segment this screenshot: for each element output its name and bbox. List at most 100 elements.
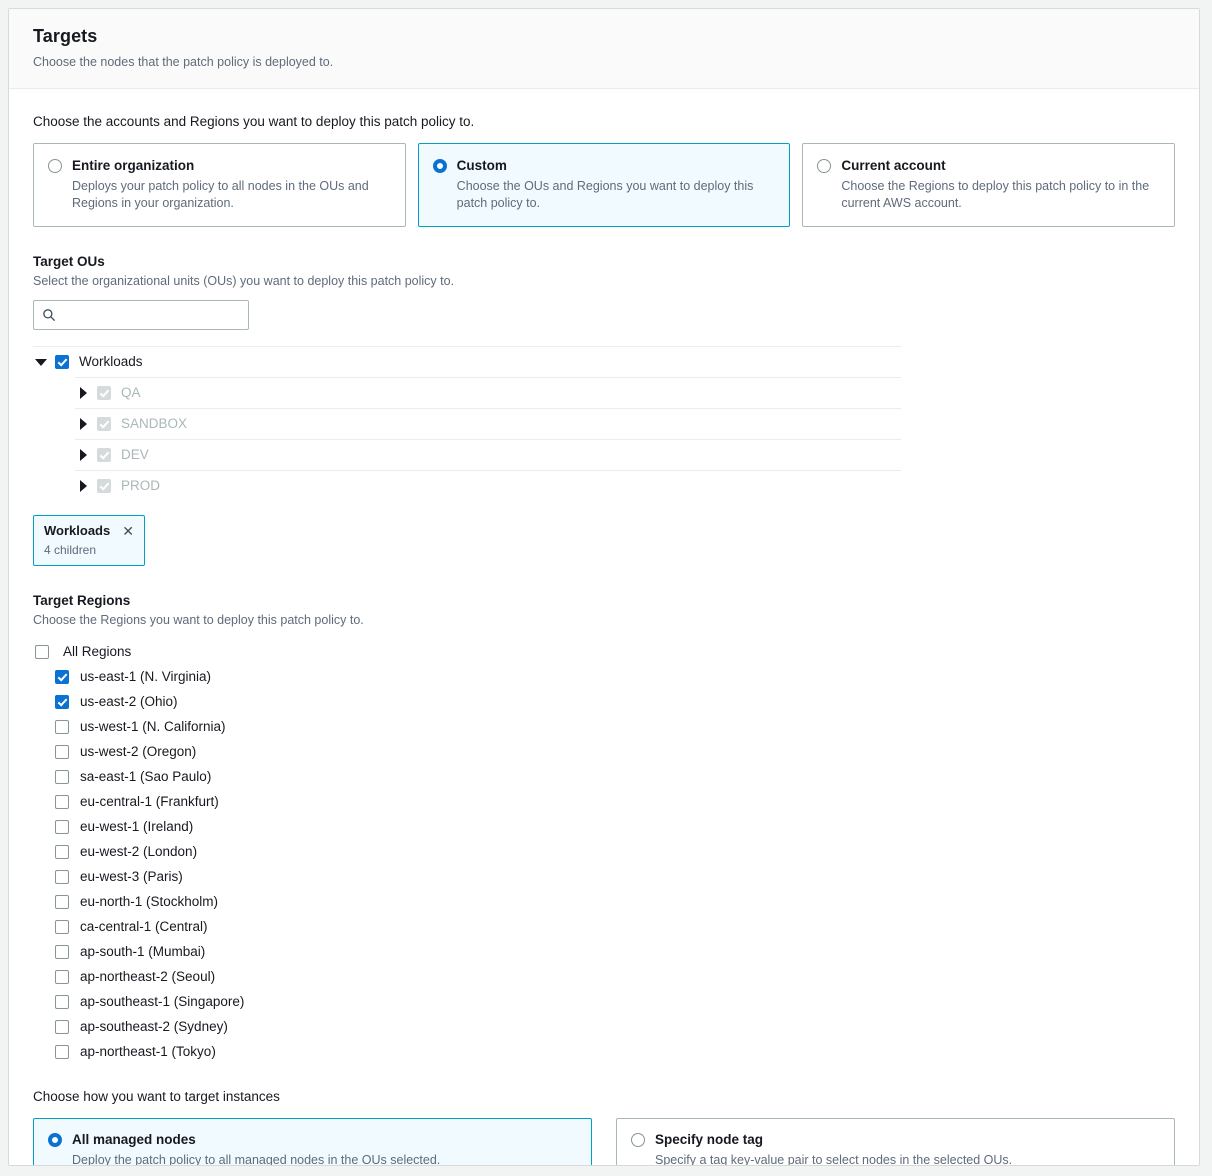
ou-checkbox-dev bbox=[97, 448, 111, 462]
target-ous-label: Target OUs bbox=[33, 254, 105, 269]
region-checkbox-sa-east-1[interactable] bbox=[55, 769, 69, 784]
region-checkbox-ap-southeast-1[interactable] bbox=[55, 994, 69, 1009]
region-row-us-east-2[interactable]: us-east-2 (Ohio) bbox=[55, 689, 1175, 714]
region-label-ap-northeast-1: ap-northeast-1 (Tokyo) bbox=[80, 1043, 216, 1059]
region-label-sa-east-1: sa-east-1 (Sao Paulo) bbox=[80, 768, 212, 784]
region-row-ap-south-1[interactable]: ap-south-1 (Mumbai) bbox=[55, 939, 1175, 964]
page-title: Targets bbox=[33, 26, 98, 46]
region-label-eu-west-2: eu-west-2 (London) bbox=[80, 843, 198, 859]
region-row-eu-west-3[interactable]: eu-west-3 (Paris) bbox=[55, 864, 1175, 889]
radio-desc-all-managed-nodes: Deploy the patch policy to all managed n… bbox=[72, 1153, 441, 1166]
region-row-ap-southeast-1[interactable]: ap-southeast-1 (Singapore) bbox=[55, 989, 1175, 1014]
region-checkbox-eu-north-1[interactable] bbox=[55, 894, 69, 909]
region-row-eu-central-1[interactable]: eu-central-1 (Frankfurt) bbox=[55, 789, 1175, 814]
region-row-ap-northeast-2[interactable]: ap-northeast-2 (Seoul) bbox=[55, 964, 1175, 989]
panel-header: Targets Choose the nodes that the patch … bbox=[9, 9, 1199, 89]
close-icon[interactable]: ✕ bbox=[122, 524, 134, 538]
ou-name-sandbox: SANDBOX bbox=[121, 416, 188, 431]
region-checkbox-eu-west-2[interactable] bbox=[55, 844, 69, 859]
region-checkbox-ca-central-1[interactable] bbox=[55, 919, 69, 934]
radio-label-custom: Custom bbox=[456, 158, 507, 173]
target-regions-description: Choose the Regions you want to deploy th… bbox=[33, 613, 364, 627]
ou-tree-row-prod[interactable]: PROD bbox=[75, 470, 901, 501]
target-regions-section: Target Regions Choose the Regions you wa… bbox=[33, 592, 1175, 1064]
chevron-right-icon[interactable] bbox=[75, 480, 91, 492]
target-ous-description: Select the organizational units (OUs) yo… bbox=[33, 274, 455, 288]
chevron-down-icon[interactable] bbox=[33, 358, 49, 366]
radio-card-specify-node-tag[interactable]: Specify node tag Specify a tag key-value… bbox=[616, 1118, 1175, 1166]
radio-card-current-account[interactable]: Current account Choose the Regions to de… bbox=[802, 143, 1176, 227]
radio-card-head: Current account bbox=[817, 156, 1160, 175]
radio-card-head: Entire organization bbox=[48, 156, 391, 175]
search-icon bbox=[43, 309, 55, 321]
targets-panel: Targets Choose the nodes that the patch … bbox=[8, 8, 1200, 1166]
ou-name-workloads: Workloads bbox=[79, 354, 143, 369]
region-label-all-regions: All Regions bbox=[63, 643, 132, 659]
radio-icon-custom[interactable] bbox=[432, 159, 447, 173]
radio-label-all-managed-nodes: All managed nodes bbox=[72, 1132, 196, 1147]
region-row-sa-east-1[interactable]: sa-east-1 (Sao Paulo) bbox=[55, 764, 1175, 789]
region-checkbox-ap-northeast-2[interactable] bbox=[55, 969, 69, 984]
region-label-ap-northeast-2: ap-northeast-2 (Seoul) bbox=[80, 968, 216, 984]
region-row-eu-north-1[interactable]: eu-north-1 (Stockholm) bbox=[55, 889, 1175, 914]
ou-tree-row-workloads[interactable]: Workloads bbox=[33, 346, 901, 377]
radio-icon-current-account[interactable] bbox=[817, 159, 832, 173]
radio-card-head: Specify node tag bbox=[631, 1130, 1160, 1149]
region-checkbox-ap-south-1[interactable] bbox=[55, 944, 69, 959]
page-subtitle: Choose the nodes that the patch policy i… bbox=[33, 55, 334, 69]
ou-name-qa: QA bbox=[121, 385, 141, 400]
region-label-eu-west-3: eu-west-3 (Paris) bbox=[80, 868, 183, 884]
region-checkbox-eu-west-3[interactable] bbox=[55, 869, 69, 884]
radio-card-custom[interactable]: Custom Choose the OUs and Regions you wa… bbox=[417, 143, 791, 227]
deployment-scope-options: Entire organization Deploys your patch p… bbox=[33, 143, 1176, 227]
region-row-all-regions[interactable]: All Regions bbox=[35, 639, 1175, 664]
region-row-us-west-1[interactable]: us-west-1 (N. California) bbox=[55, 714, 1175, 739]
radio-icon-entire-organization[interactable] bbox=[48, 159, 62, 173]
token-sublabel: 4 children bbox=[44, 543, 97, 557]
region-row-eu-west-2[interactable]: eu-west-2 (London) bbox=[55, 839, 1175, 864]
region-checkbox-us-west-1[interactable] bbox=[55, 719, 69, 734]
token-label: Workloads bbox=[44, 523, 111, 538]
region-checkbox-ap-northeast-1[interactable] bbox=[55, 1044, 69, 1059]
radio-label-entire-organization: Entire organization bbox=[72, 158, 195, 173]
ou-checkbox-sandbox bbox=[97, 417, 111, 431]
chevron-right-icon[interactable] bbox=[75, 449, 91, 461]
ou-search-box[interactable] bbox=[33, 300, 249, 330]
radio-card-entire-organization[interactable]: Entire organization Deploys your patch p… bbox=[33, 143, 406, 227]
region-checkbox-ap-southeast-2[interactable] bbox=[55, 1019, 69, 1034]
ou-tree-row-sandbox[interactable]: SANDBOX bbox=[75, 408, 901, 439]
ou-tree-row-qa[interactable]: QA bbox=[75, 377, 901, 408]
panel-body: Choose the accounts and Regions you want… bbox=[9, 89, 1199, 1166]
region-label-ap-southeast-2: ap-southeast-2 (Sydney) bbox=[80, 1018, 228, 1034]
region-label-eu-central-1: eu-central-1 (Frankfurt) bbox=[80, 793, 219, 809]
region-label-ap-south-1: ap-south-1 (Mumbai) bbox=[80, 943, 206, 959]
radio-label-current-account: Current account bbox=[841, 158, 946, 173]
region-label-us-east-2: us-east-2 (Ohio) bbox=[80, 693, 178, 709]
region-row-us-east-1[interactable]: us-east-1 (N. Virginia) bbox=[55, 664, 1175, 689]
region-label-us-west-2: us-west-2 (Oregon) bbox=[80, 743, 197, 759]
selected-ou-token: Workloads ✕ 4 children bbox=[33, 515, 145, 566]
radio-icon-specify-node-tag[interactable] bbox=[631, 1133, 645, 1147]
region-row-us-west-2[interactable]: us-west-2 (Oregon) bbox=[55, 739, 1175, 764]
radio-card-head: All managed nodes bbox=[48, 1130, 577, 1149]
ou-name-dev: DEV bbox=[121, 447, 149, 462]
region-row-ca-central-1[interactable]: ca-central-1 (Central) bbox=[55, 914, 1175, 939]
region-checkbox-all-regions[interactable] bbox=[35, 644, 49, 659]
radio-desc-specify-node-tag: Specify a tag key-value pair to select n… bbox=[655, 1153, 1013, 1166]
region-checkbox-us-east-2[interactable] bbox=[55, 694, 69, 709]
region-checkbox-eu-west-1[interactable] bbox=[55, 819, 69, 834]
region-row-eu-west-1[interactable]: eu-west-1 (Ireland) bbox=[55, 814, 1175, 839]
radio-card-all-managed-nodes[interactable]: All managed nodes Deploy the patch polic… bbox=[33, 1118, 592, 1166]
region-row-ap-northeast-1[interactable]: ap-northeast-1 (Tokyo) bbox=[55, 1039, 1175, 1064]
chevron-right-icon[interactable] bbox=[75, 387, 91, 399]
radio-icon-all-managed-nodes[interactable] bbox=[48, 1133, 62, 1147]
ou-checkbox-workloads[interactable] bbox=[55, 355, 69, 369]
ou-search-input[interactable] bbox=[62, 306, 240, 324]
region-checkbox-eu-central-1[interactable] bbox=[55, 794, 69, 809]
ou-tree-row-dev[interactable]: DEV bbox=[75, 439, 901, 470]
radio-card-head: Custom bbox=[432, 156, 776, 175]
region-row-ap-southeast-2[interactable]: ap-southeast-2 (Sydney) bbox=[55, 1014, 1175, 1039]
chevron-right-icon[interactable] bbox=[75, 418, 91, 430]
region-checkbox-us-east-1[interactable] bbox=[55, 669, 69, 684]
region-checkbox-us-west-2[interactable] bbox=[55, 744, 69, 759]
